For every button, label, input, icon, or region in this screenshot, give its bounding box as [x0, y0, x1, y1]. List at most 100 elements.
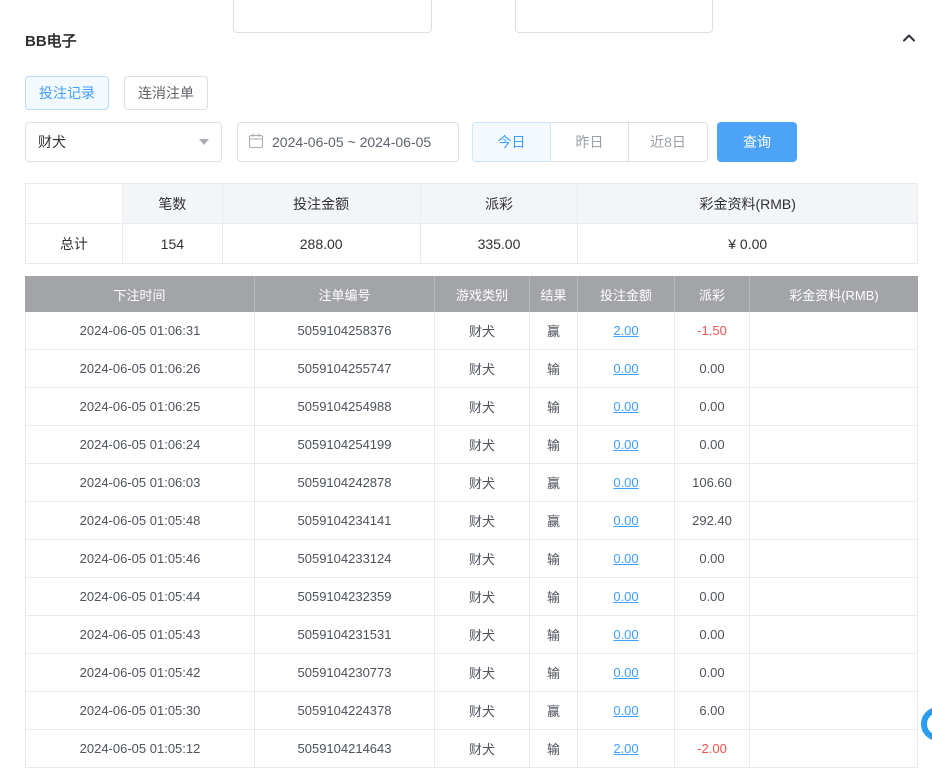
game-type: 财犬 — [435, 730, 530, 767]
bonus — [750, 654, 918, 691]
bet-amount-link[interactable]: 0.00 — [613, 589, 638, 604]
bet-time: 2024-06-05 01:06:26 — [26, 350, 255, 387]
bet-amount-link[interactable]: 2.00 — [613, 323, 638, 338]
panel-header: BB电子 — [25, 30, 918, 51]
top-input-partial-2[interactable] — [515, 0, 713, 33]
record-tabs: 投注记录 连消注单 — [25, 76, 918, 110]
order-number: 5059104242878 — [255, 464, 435, 501]
filter-row: 财犬 2024-06-05 ~ 2024-06-05 今日 昨日 近8日 查询 — [25, 122, 918, 162]
table-row: 2024-06-05 01:05:43 5059104231531 财犬 输 0… — [26, 616, 918, 654]
bet-amount-link[interactable]: 0.00 — [613, 513, 638, 528]
table-row: 2024-06-05 01:05:44 5059104232359 财犬 输 0… — [26, 578, 918, 616]
collapse-panel-button[interactable] — [900, 32, 918, 50]
bet-amount-link[interactable]: 0.00 — [613, 437, 638, 452]
game-type: 财犬 — [435, 578, 530, 615]
bet-time: 2024-06-05 01:05:46 — [26, 540, 255, 577]
date-range-value: 2024-06-05 ~ 2024-06-05 — [272, 134, 431, 150]
bonus — [750, 730, 918, 767]
page-title: BB电子 — [25, 30, 77, 51]
payout: -1.50 — [675, 312, 750, 349]
bet-time: 2024-06-05 01:06:31 — [26, 312, 255, 349]
order-number: 5059104254988 — [255, 388, 435, 425]
summary-payout-value: 335.00 — [421, 224, 579, 264]
header-bet-time: 下注时间 — [25, 276, 255, 312]
quick-range-group: 今日 昨日 近8日 — [472, 122, 708, 162]
payout: 0.00 — [675, 578, 750, 615]
bonus — [750, 578, 918, 615]
header-bet-amount: 投注金额 — [578, 276, 675, 312]
bonus — [750, 426, 918, 463]
result: 赢 — [530, 312, 578, 349]
summary-header-blank — [26, 184, 123, 224]
result: 输 — [530, 540, 578, 577]
order-number: 5059104214643 — [255, 730, 435, 767]
header-payout: 派彩 — [675, 276, 750, 312]
date-range-input[interactable]: 2024-06-05 ~ 2024-06-05 — [237, 122, 459, 162]
table-row: 2024-06-05 01:05:12 5059104214643 财犬 输 2… — [26, 730, 918, 768]
bonus — [750, 692, 918, 729]
game-type: 财犬 — [435, 616, 530, 653]
bet-amount-link[interactable]: 0.00 — [613, 703, 638, 718]
game-type: 财犬 — [435, 692, 530, 729]
header-game-type: 游戏类别 — [435, 276, 530, 312]
bet-time: 2024-06-05 01:05:44 — [26, 578, 255, 615]
summary-count-value: 154 — [123, 224, 223, 264]
bet-amount-link[interactable]: 0.00 — [613, 627, 638, 642]
bonus — [750, 350, 918, 387]
bet-records-table: 下注时间 注单编号 游戏类别 结果 投注金额 派彩 彩金资料(RMB) 2024… — [25, 276, 918, 768]
range-today-button[interactable]: 今日 — [472, 122, 551, 162]
game-select[interactable]: 财犬 — [25, 122, 222, 162]
tab-bet-records[interactable]: 投注记录 — [25, 76, 109, 110]
payout: 0.00 — [675, 350, 750, 387]
bonus — [750, 312, 918, 349]
result: 输 — [530, 578, 578, 615]
payout: 6.00 — [675, 692, 750, 729]
game-type: 财犬 — [435, 426, 530, 463]
summary-bonus-value: ¥ 0.00 — [578, 224, 918, 264]
table-row: 2024-06-05 01:06:26 5059104255747 财犬 输 0… — [26, 350, 918, 388]
range-last8days-button[interactable]: 近8日 — [628, 122, 708, 162]
game-type: 财犬 — [435, 540, 530, 577]
summary-bet-amount-value: 288.00 — [223, 224, 421, 264]
game-select-value: 财犬 — [38, 132, 66, 152]
table-body: 2024-06-05 01:06:31 5059104258376 财犬 赢 2… — [25, 312, 918, 768]
bonus — [750, 464, 918, 501]
summary-header-row: 笔数 投注金额 派彩 彩金资料(RMB) — [26, 184, 918, 224]
bet-amount-link[interactable]: 2.00 — [613, 741, 638, 756]
table-row: 2024-06-05 01:06:25 5059104254988 财犬 输 0… — [26, 388, 918, 426]
summary-header-count: 笔数 — [123, 184, 223, 224]
summary-header-bonus: 彩金资料(RMB) — [578, 184, 918, 224]
header-bonus: 彩金资料(RMB) — [750, 276, 918, 312]
payout: 0.00 — [675, 540, 750, 577]
bet-time: 2024-06-05 01:06:25 — [26, 388, 255, 425]
range-yesterday-button[interactable]: 昨日 — [550, 122, 629, 162]
game-type: 财犬 — [435, 388, 530, 425]
bet-amount-link[interactable]: 0.00 — [613, 665, 638, 680]
bet-amount-link[interactable]: 0.00 — [613, 399, 638, 414]
summary-header-bet-amount: 投注金额 — [223, 184, 421, 224]
payout: 0.00 — [675, 654, 750, 691]
bet-amount-link[interactable]: 0.00 — [613, 475, 638, 490]
query-button[interactable]: 查询 — [717, 122, 797, 162]
table-row: 2024-06-05 01:06:03 5059104242878 财犬 赢 0… — [26, 464, 918, 502]
bet-time: 2024-06-05 01:05:48 — [26, 502, 255, 539]
top-input-partial-1[interactable] — [233, 0, 432, 33]
order-number: 5059104233124 — [255, 540, 435, 577]
bet-amount-link[interactable]: 0.00 — [613, 551, 638, 566]
bet-amount-link[interactable]: 0.00 — [613, 361, 638, 376]
order-number: 5059104231531 — [255, 616, 435, 653]
result: 赢 — [530, 692, 578, 729]
game-type: 财犬 — [435, 654, 530, 691]
summary-total-label: 总计 — [26, 224, 123, 264]
payout: 0.00 — [675, 616, 750, 653]
summary-total-row: 总计 154 288.00 335.00 ¥ 0.00 — [26, 224, 918, 264]
table-row: 2024-06-05 01:05:48 5059104234141 财犬 赢 0… — [26, 502, 918, 540]
tab-cancelled-orders[interactable]: 连消注单 — [124, 76, 208, 110]
order-number: 5059104258376 — [255, 312, 435, 349]
bet-time: 2024-06-05 01:05:12 — [26, 730, 255, 767]
order-number: 5059104254199 — [255, 426, 435, 463]
result: 输 — [530, 426, 578, 463]
bonus — [750, 616, 918, 653]
game-type: 财犬 — [435, 502, 530, 539]
order-number: 5059104255747 — [255, 350, 435, 387]
